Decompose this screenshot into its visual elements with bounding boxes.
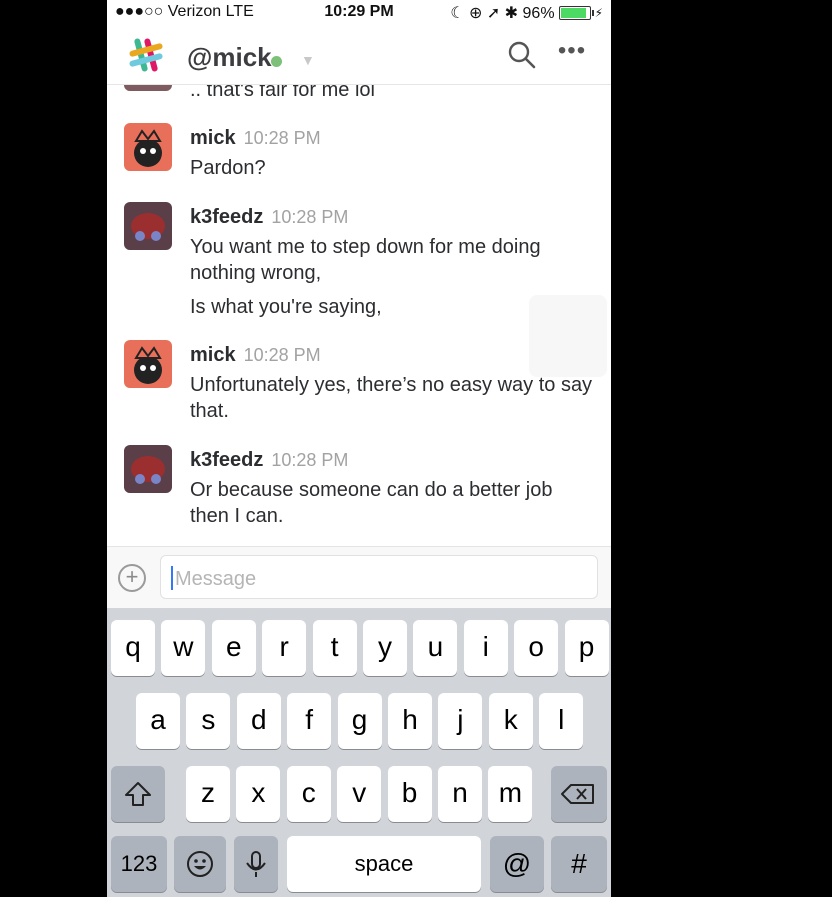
message-author[interactable]: k3feedz 10:28 PM [190, 449, 348, 472]
numbers-key[interactable]: 123 [111, 836, 167, 892]
mic-icon [246, 851, 266, 877]
charging-icon: ⚡ [594, 6, 603, 20]
search-icon[interactable] [507, 40, 537, 70]
battery-icon [558, 6, 594, 20]
key-f[interactable]: f [287, 693, 332, 749]
message-text: Or because someone can do a better job t… [190, 479, 553, 527]
key-u[interactable]: u [413, 620, 458, 676]
key-a[interactable]: a [136, 693, 180, 749]
message-time: 10:28 PM [243, 128, 321, 148]
backspace-icon [561, 784, 594, 804]
avatar[interactable] [124, 445, 172, 493]
channel-title[interactable]: @mick [187, 42, 272, 73]
emoji-icon [187, 851, 213, 877]
key-c[interactable]: c [286, 766, 331, 822]
backspace-key[interactable] [551, 766, 607, 822]
key-p[interactable]: p [564, 620, 609, 676]
message-text: Is what you're saying, [190, 296, 382, 318]
message-list[interactable]: .. that's fair for me lol mick 10:28 PM P… [107, 85, 611, 546]
message-author[interactable]: mick 10:28 PM [190, 127, 321, 150]
key-e[interactable]: e [211, 620, 256, 676]
status-bar: ●●●○○ Verizon LTE 10:29 PM ☾ ⊕ ➚ ✱ 96% ⚡ [107, 0, 611, 24]
key-q[interactable]: q [111, 620, 155, 676]
message-text: .. that's fair for me lol [190, 85, 375, 101]
key-o[interactable]: o [514, 620, 559, 676]
key-n[interactable]: n [438, 766, 482, 822]
message-text: Pardon? [190, 157, 266, 179]
message-text: You want me to step down for me doing no… [190, 236, 541, 284]
message-author[interactable]: k3feedz 10:28 PM [190, 206, 348, 229]
message-time: 10:28 PM [271, 207, 349, 227]
more-icon[interactable]: ••• [557, 39, 587, 66]
key-s[interactable]: s [186, 693, 231, 749]
message-author[interactable]: mick 10:28 PM [190, 344, 321, 367]
slack-logo[interactable] [127, 36, 165, 74]
key-i[interactable]: i [463, 620, 508, 676]
keyboard: qwertyuiop asdfghjkl zxcvbnm 123 space @… [107, 608, 611, 897]
key-b[interactable]: b [387, 766, 432, 822]
avatar [124, 85, 172, 91]
hash-key[interactable]: # [551, 836, 607, 892]
shift-icon [125, 782, 151, 806]
space-key[interactable]: space [287, 836, 481, 892]
key-z[interactable]: z [186, 766, 230, 822]
status-icons-text: ☾ ⊕ ➚ ✱ 96% [450, 5, 555, 22]
message-text: Unfortunately yes, there’s no easy way t… [190, 374, 593, 422]
key-v[interactable]: v [337, 766, 382, 822]
chevron-down-icon[interactable]: ▼ [301, 52, 315, 68]
presence-indicator [271, 56, 282, 67]
key-k[interactable]: k [488, 693, 533, 749]
key-l[interactable]: l [539, 693, 584, 749]
key-x[interactable]: x [236, 766, 281, 822]
message-time: 10:28 PM [271, 450, 349, 470]
avatar[interactable] [124, 123, 172, 171]
status-indicators: ☾ ⊕ ➚ ✱ 96% ⚡ [450, 3, 603, 23]
key-w[interactable]: w [161, 620, 206, 676]
message-placeholder: Message [175, 568, 257, 590]
add-icon[interactable]: + [118, 564, 146, 592]
avatar[interactable] [124, 340, 172, 388]
at-key[interactable]: @ [490, 836, 544, 892]
key-j[interactable]: j [438, 693, 483, 749]
key-m[interactable]: m [488, 766, 533, 822]
key-r[interactable]: r [262, 620, 307, 676]
avatar[interactable] [124, 202, 172, 250]
key-t[interactable]: t [312, 620, 357, 676]
key-d[interactable]: d [236, 693, 281, 749]
message-time: 10:28 PM [243, 345, 321, 365]
key-g[interactable]: g [337, 693, 382, 749]
channel-header: @mick ▼ ••• [107, 24, 611, 85]
key-h[interactable]: h [388, 693, 432, 749]
mic-key[interactable] [234, 836, 278, 892]
shift-key[interactable] [111, 766, 165, 822]
text-caret [171, 566, 173, 590]
phone-screen: ●●●○○ Verizon LTE 10:29 PM ☾ ⊕ ➚ ✱ 96% ⚡… [107, 0, 611, 897]
emoji-key[interactable] [174, 836, 226, 892]
key-y[interactable]: y [363, 620, 407, 676]
